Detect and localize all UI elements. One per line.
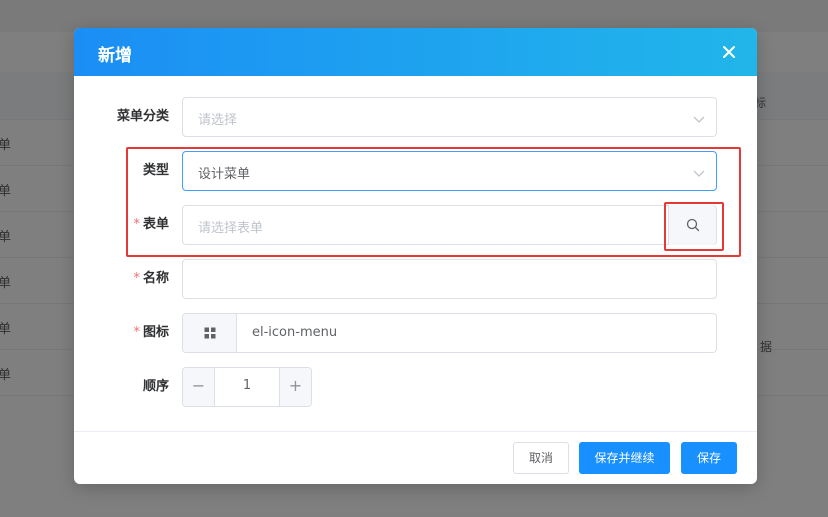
- order-value[interactable]: 1: [215, 378, 279, 393]
- save-button[interactable]: 保存: [681, 442, 737, 474]
- category-select[interactable]: 请选择: [182, 97, 717, 137]
- highlight-box-type-form: [126, 147, 741, 257]
- name-input[interactable]: [182, 259, 717, 299]
- icon-label: * 图标: [133, 325, 169, 340]
- icon-value: el-icon-menu: [252, 325, 338, 340]
- dialog-title: 新增: [98, 46, 132, 66]
- decrement-button[interactable]: −: [183, 368, 215, 406]
- increment-button[interactable]: +: [279, 368, 311, 406]
- cancel-button[interactable]: 取消: [513, 442, 569, 474]
- close-icon[interactable]: [719, 42, 739, 62]
- dialog-header: 新增: [74, 28, 757, 76]
- order-label: 顺序: [142, 379, 169, 394]
- save-and-continue-button[interactable]: 保存并继续: [579, 442, 670, 474]
- category-label: 菜单分类: [116, 109, 169, 124]
- footer-divider: [74, 431, 757, 432]
- menu-grid-icon[interactable]: [183, 314, 237, 352]
- chevron-down-icon: [692, 111, 706, 125]
- icon-input[interactable]: el-icon-menu: [182, 313, 717, 353]
- highlight-box-search-button: [664, 202, 724, 251]
- category-placeholder: 请选择: [198, 113, 238, 128]
- name-label: * 名称: [133, 271, 169, 286]
- order-stepper[interactable]: − 1 +: [182, 367, 312, 407]
